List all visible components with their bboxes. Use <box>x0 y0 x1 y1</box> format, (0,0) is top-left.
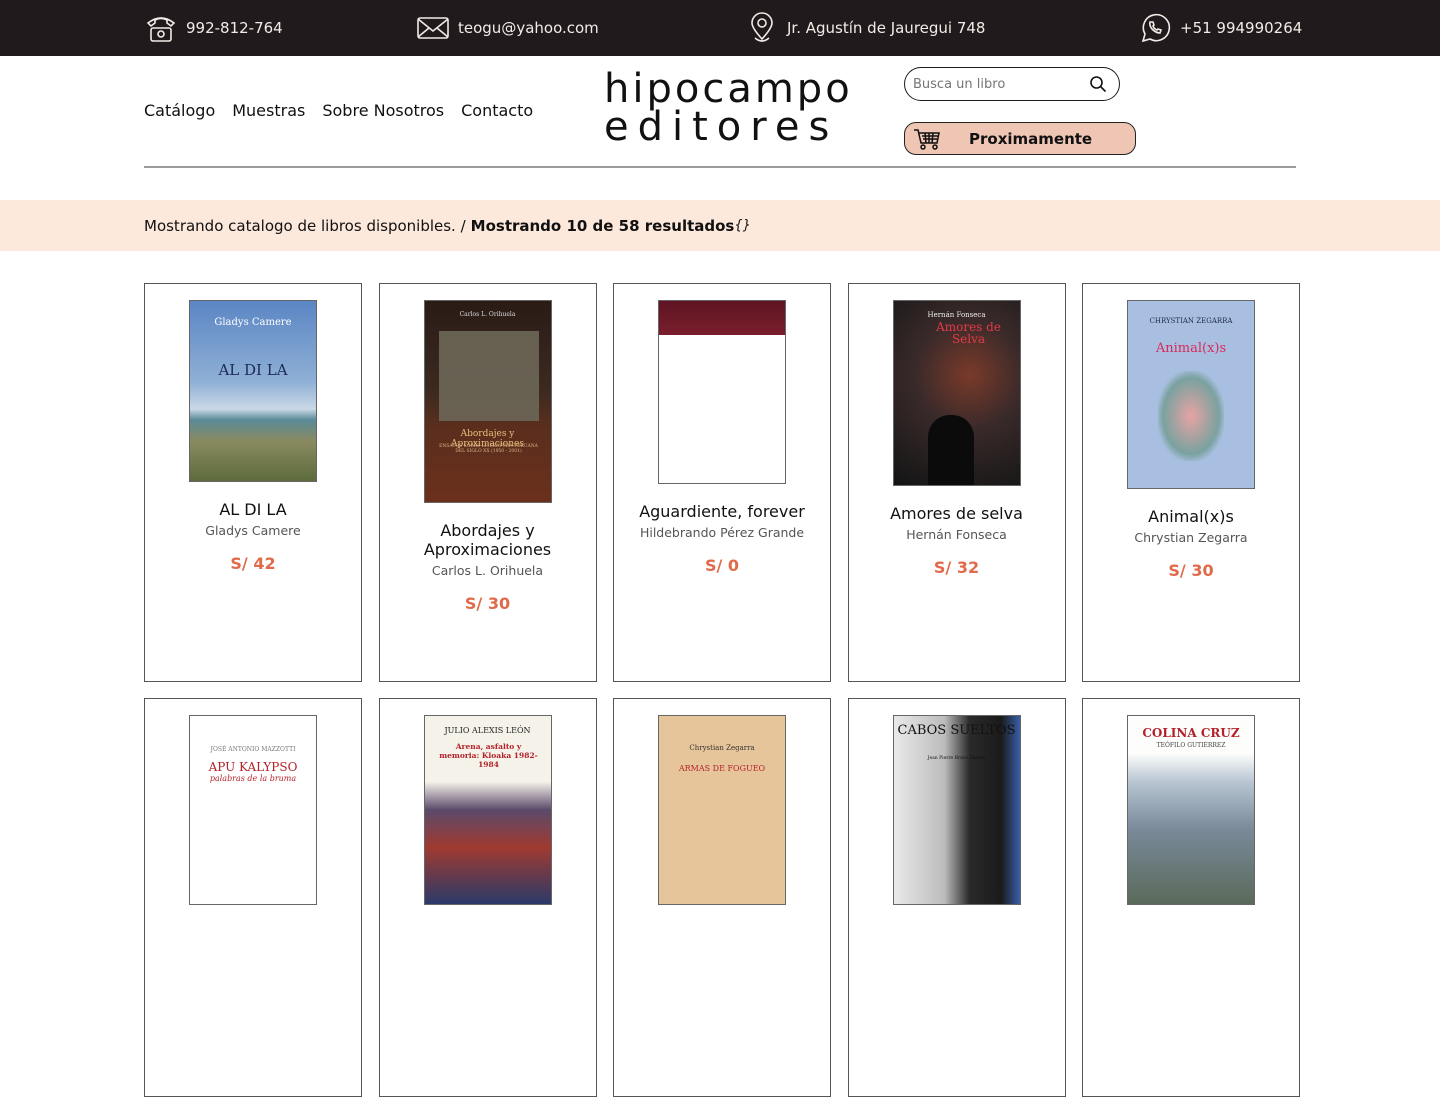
book-author: Carlos L. Orihuela <box>431 563 544 578</box>
cover-title: AL DI LA <box>218 361 288 379</box>
telephone-icon <box>146 17 176 42</box>
book-price: S/ 42 <box>230 554 276 573</box>
cover-author: Hernán Fonseca <box>927 311 986 319</box>
nav-catalogo[interactable]: Catálogo <box>144 101 215 120</box>
phone-number: 992-812-764 <box>186 19 283 37</box>
book-title[interactable]: Aguardiente, forever <box>632 502 812 521</box>
book-author: Gladys Camere <box>205 523 301 538</box>
cover-silhouette <box>927 415 974 485</box>
results-count: Mostrando 10 de 58 resultados <box>470 216 735 235</box>
results-description: Mostrando catalogo de libros disponibles… <box>144 216 466 235</box>
book-cover[interactable]: Hernán Fonseca Amores de Selva <box>892 300 1021 486</box>
book-title[interactable]: AL DI LA <box>163 500 343 519</box>
book-price: S/ 30 <box>464 594 511 613</box>
book-card[interactable]: Carlos L. Orihuela Abordajes y Aproximac… <box>378 283 597 682</box>
book-grid: Gladys Camere AL DI LA AL DI LA Gladys C… <box>144 283 1300 1097</box>
cover-author: Jean Pierre Bravo Zapata <box>927 756 986 761</box>
book-title[interactable]: Amores de selva <box>867 504 1047 523</box>
nav-sobre-nosotros[interactable]: Sobre Nosotros <box>322 101 444 120</box>
logo-line-2: editores <box>604 104 839 150</box>
cover-author: Gladys Camere <box>214 317 292 328</box>
cover-author: JULIO ALEXIS LEÓN <box>444 726 531 735</box>
whatsapp-icon <box>1141 13 1171 43</box>
book-card[interactable]: JULIO ALEXIS LEÓN Arena, asfalto y memor… <box>378 698 597 1097</box>
cover-title: Animal(x)s <box>1155 341 1227 356</box>
search-input[interactable] <box>913 76 1089 92</box>
book-author: Chrystian Zegarra <box>1134 530 1248 545</box>
book-title[interactable]: Animal(x)s <box>1101 507 1281 526</box>
book-card[interactable]: CABOS SUELTOS Jean Pierre Bravo Zapata <box>847 698 1066 1097</box>
book-cover[interactable]: Gladys Camere AL DI LA <box>189 300 317 482</box>
book-cover[interactable] <box>658 300 786 484</box>
cover-title: Amores de Selva <box>936 320 1001 346</box>
book-author: Hernán Fonseca <box>906 527 1007 542</box>
cart-button[interactable]: Proximamente <box>904 122 1136 155</box>
book-cover[interactable]: Chrystian Zegarra ARMAS DE FOGUEO <box>658 715 786 905</box>
main-nav: Catálogo Muestras Sobre Nosotros Contact… <box>144 101 533 120</box>
nav-muestras[interactable]: Muestras <box>232 101 305 120</box>
book-price: S/ 0 <box>704 556 740 575</box>
book-price: S/ 32 <box>933 558 980 577</box>
book-price: S/ 30 <box>1168 561 1214 580</box>
nav-contacto[interactable]: Contacto <box>461 101 533 120</box>
book-title[interactable]: Abordajes y Aproximaciones <box>398 521 578 559</box>
book-cover[interactable]: Carlos L. Orihuela Abordajes y Aproximac… <box>423 300 552 503</box>
book-cover[interactable]: CHRYSTIAN ZEGARRA Animal(x)s <box>1127 300 1255 489</box>
cart-button-label: Proximamente <box>969 129 1093 148</box>
book-card[interactable]: Chrystian Zegarra ARMAS DE FOGUEO <box>613 698 831 1097</box>
cover-title: APU KALYPSO <box>208 760 298 774</box>
logo-line-1: hipocampo <box>604 66 853 112</box>
book-cover[interactable]: CABOS SUELTOS Jean Pierre Bravo Zapata <box>892 715 1021 905</box>
shopping-cart-icon <box>914 128 940 150</box>
map-pin-icon <box>751 12 773 42</box>
cover-author: TEÓFILO GUTIÉRREZ <box>1156 742 1226 749</box>
cover-band <box>659 301 785 335</box>
book-cover[interactable]: JULIO ALEXIS LEÓN Arena, asfalto y memor… <box>423 715 552 905</box>
cover-author: Chrystian Zegarra <box>689 744 755 752</box>
contact-bar: 992-812-764 teogu@yahoo.com Jr. Agustín … <box>0 0 1440 56</box>
book-cover[interactable]: COLINA CRUZ TEÓFILO GUTIÉRREZ <box>1127 715 1255 905</box>
search-box <box>904 67 1120 101</box>
results-strip: Mostrando catalogo de libros disponibles… <box>0 200 1440 251</box>
cover-title: ARMAS DE FOGUEO <box>678 764 766 773</box>
book-card[interactable]: JOSÉ ANTONIO MAZZOTTI APU KALYPSO palabr… <box>144 698 362 1097</box>
book-card[interactable]: Gladys Camere AL DI LA AL DI LA Gladys C… <box>144 283 362 682</box>
book-card[interactable]: COLINA CRUZ TEÓFILO GUTIÉRREZ <box>1082 698 1300 1097</box>
results-suffix: {} <box>734 218 751 233</box>
whatsapp-contact[interactable]: +51 994990264 <box>1138 11 1302 45</box>
site-logo[interactable]: hipocampo editores <box>604 66 853 150</box>
main-header: Catálogo Muestras Sobre Nosotros Contact… <box>144 56 1296 168</box>
cover-author: Carlos L. Orihuela <box>459 311 516 318</box>
envelope-icon <box>417 17 449 39</box>
book-cover[interactable]: JOSÉ ANTONIO MAZZOTTI APU KALYPSO palabr… <box>189 715 317 905</box>
book-card[interactable]: Aguardiente, forever Hildebrando Pérez G… <box>613 283 831 682</box>
whatsapp-number: +51 994990264 <box>1180 19 1303 37</box>
search-icon[interactable] <box>1089 75 1107 93</box>
address-contact[interactable]: Jr. Agustín de Jauregui 748 <box>745 11 985 45</box>
cover-artwork <box>438 331 539 421</box>
cover-author: CHRYSTIAN ZEGARRA <box>1149 317 1233 325</box>
cover-title: COLINA CRUZ <box>1142 726 1240 740</box>
book-author: Hildebrando Pérez Grande <box>639 525 805 540</box>
book-card[interactable]: Hernán Fonseca Amores de Selva Amores de… <box>847 283 1066 682</box>
cover-artwork <box>1158 371 1224 461</box>
street-address: Jr. Agustín de Jauregui 748 <box>787 19 986 37</box>
cover-subtitle: ENSAYOS SOBRE LITERATURA PERUANA DEL SIG… <box>439 444 538 454</box>
email-contact[interactable]: teogu@yahoo.com <box>416 11 599 45</box>
phone-contact[interactable]: 992-812-764 <box>144 11 283 45</box>
cover-author: JOSÉ ANTONIO MAZZOTTI <box>210 746 296 753</box>
book-card[interactable]: CHRYSTIAN ZEGARRA Animal(x)s Animal(x)s … <box>1082 283 1300 682</box>
cover-title: Arena, asfalto y memoria: Kloaka 1982-19… <box>439 742 538 769</box>
email-address: teogu@yahoo.com <box>458 19 599 37</box>
cover-title: CABOS SUELTOS <box>897 723 1016 738</box>
cover-subtitle: palabras de la bruma <box>209 774 297 783</box>
